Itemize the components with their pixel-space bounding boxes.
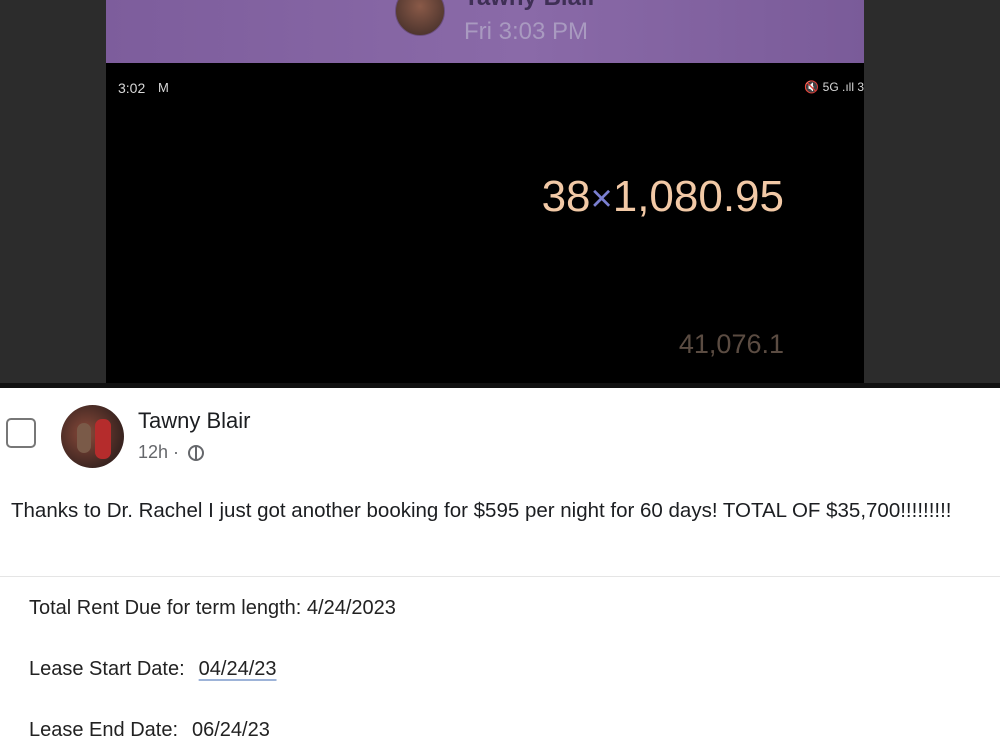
author-avatar[interactable] xyxy=(61,405,124,468)
social-post: Tawny Blair 12h · Thanks to Dr. Rachel I… xyxy=(0,388,1000,744)
lease-start-label: Lease Start Date: xyxy=(29,658,185,680)
avatar-figure-dog xyxy=(77,423,91,453)
operand-2: 1,080.95 xyxy=(612,172,784,221)
lease-start-line: Lease Start Date: 04/24/23 xyxy=(29,658,277,681)
status-time: 3:02 xyxy=(118,80,146,96)
calculator-screenshot-region: Tawny Blair Fri 3:03 PM 3:02 M 🔇 5G .ıll… xyxy=(0,0,1000,383)
avatar xyxy=(395,0,445,36)
post-author[interactable]: Tawny Blair xyxy=(138,408,250,434)
total-rent-line: Total Rent Due for term length: 4/24/202… xyxy=(29,597,396,619)
select-checkbox[interactable] xyxy=(6,418,36,448)
contact-name: Tawny Blair xyxy=(464,0,597,12)
calculator-result: 41,076.1 xyxy=(678,329,784,359)
chat-header: Tawny Blair Fri 3:03 PM xyxy=(106,0,864,63)
post-text: Thanks to Dr. Rachel I just got another … xyxy=(11,499,952,522)
lease-start-value: 04/24/23 xyxy=(198,658,277,680)
globe-icon xyxy=(188,445,205,461)
meta-separator: · xyxy=(168,442,185,462)
post-separator xyxy=(0,576,1000,577)
status-icons: 🔇 5G .ıll 3 xyxy=(804,80,864,94)
post-time[interactable]: 12h xyxy=(138,442,168,462)
phone-screen: Tawny Blair Fri 3:03 PM 3:02 M 🔇 5G .ıll… xyxy=(106,0,864,383)
post-meta: 12h · xyxy=(138,442,205,463)
lease-end-line: Lease End Date: 06/24/23 xyxy=(29,719,270,742)
avatar-figure-person xyxy=(95,419,111,459)
calculator-expression: 38×1,080.95 xyxy=(542,172,784,222)
lease-end-value: 06/24/23 xyxy=(192,719,270,741)
message-timestamp: Fri 3:03 PM xyxy=(464,18,589,45)
lease-end-label: Lease End Date: xyxy=(29,719,178,741)
status-bar: 3:02 M 🔇 5G .ıll 3 xyxy=(106,78,864,100)
operand-1: 38 xyxy=(541,172,591,221)
gmail-icon: M xyxy=(158,80,169,95)
multiply-operator: × xyxy=(590,178,613,220)
